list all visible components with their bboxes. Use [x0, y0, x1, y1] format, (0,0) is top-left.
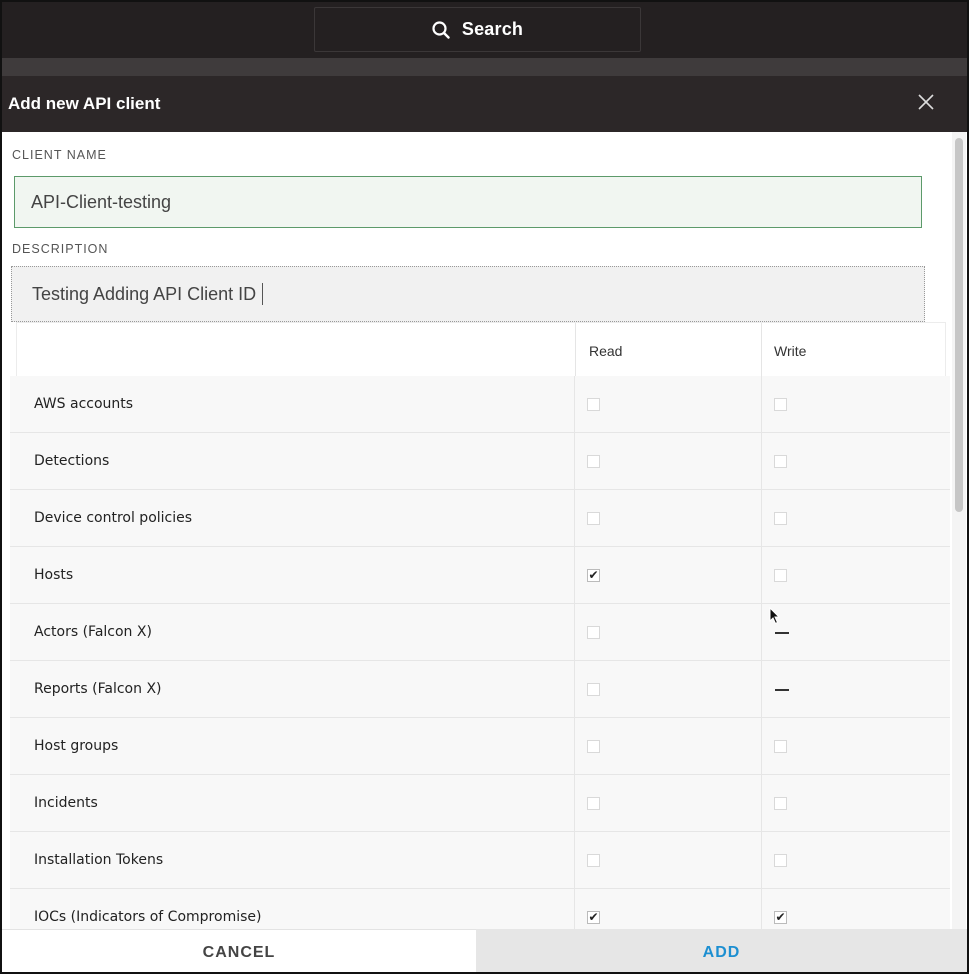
column-divider — [761, 490, 762, 546]
permission-name: Reports (Falcon X) — [34, 681, 162, 697]
column-divider — [761, 832, 762, 888]
permissions-header: Read Write — [16, 322, 946, 377]
write-column-header: Write — [774, 343, 807, 359]
column-divider — [761, 433, 762, 489]
modal-header: Add new API client — [2, 76, 967, 132]
permission-row: Reports (Falcon X) — [10, 661, 950, 718]
read-permission-checkbox[interactable] — [587, 512, 600, 525]
read-permission-checkbox[interactable] — [587, 398, 600, 411]
permission-name: AWS accounts — [34, 396, 134, 412]
permission-row: Detections — [10, 433, 950, 490]
permission-row: Device control policies — [10, 490, 950, 547]
column-divider — [574, 490, 575, 546]
text-caret — [262, 283, 264, 305]
modal-body: CLIENT NAME API-Client-testing DESCRIPTI… — [2, 132, 950, 929]
top-band — [2, 58, 967, 76]
client-name-value: API-Client-testing — [31, 191, 172, 212]
column-divider — [574, 547, 575, 603]
column-divider — [574, 832, 575, 888]
column-divider — [574, 433, 575, 489]
add-button[interactable]: ADD — [476, 929, 967, 972]
permission-name: Installation Tokens — [34, 852, 164, 868]
search-icon — [432, 20, 450, 39]
description-input[interactable]: Testing Adding API Client ID — [11, 266, 925, 322]
read-column-header: Read — [589, 343, 623, 359]
permission-row: AWS accounts — [10, 376, 950, 433]
read-permission-checkbox[interactable] — [587, 740, 600, 753]
column-divider — [574, 604, 575, 660]
permission-name: IOCs (Indicators of Compromise) — [34, 909, 262, 925]
check-mark-icon: ✔ — [588, 568, 599, 582]
search-label: Search — [461, 19, 524, 39]
column-divider — [575, 323, 576, 377]
permission-name: Incidents — [34, 795, 98, 811]
read-permission-checkbox[interactable]: ✔ — [587, 569, 600, 582]
write-permission-checkbox[interactable] — [774, 854, 787, 867]
permission-row: Host groups — [10, 718, 950, 775]
permission-row: IOCs (Indicators of Compromise) ✔ ✔ — [10, 889, 950, 929]
column-divider — [574, 376, 575, 432]
column-divider — [574, 775, 575, 831]
write-permission-checkbox[interactable] — [774, 512, 787, 525]
column-divider — [574, 718, 575, 774]
permission-row: Installation Tokens — [10, 832, 950, 889]
write-permission-checkbox[interactable] — [774, 797, 787, 810]
scrollbar-thumb[interactable] — [955, 138, 963, 512]
write-permission-checkbox[interactable] — [774, 398, 787, 411]
read-permission-checkbox[interactable] — [587, 854, 600, 867]
column-divider — [761, 889, 762, 929]
column-divider — [761, 547, 762, 603]
description-value: Testing Adding API Client ID — [32, 283, 257, 304]
check-mark-icon: ✔ — [588, 910, 599, 924]
write-permission-unavailable[interactable] — [775, 632, 789, 634]
description-label: DESCRIPTION — [12, 242, 109, 256]
cancel-button[interactable]: CANCEL — [2, 929, 476, 972]
column-divider — [761, 604, 762, 660]
permissions-table: AWS accounts Detections Device control pol… — [10, 376, 950, 929]
write-permission-checkbox[interactable] — [774, 569, 787, 582]
modal-footer: CANCEL ADD — [2, 929, 967, 972]
permission-row: Hosts ✔ — [10, 547, 950, 604]
top-bar: Search — [2, 2, 967, 58]
read-permission-checkbox[interactable] — [587, 683, 600, 696]
permission-name: Device control policies — [34, 510, 193, 526]
column-divider — [761, 376, 762, 432]
column-divider — [761, 323, 762, 377]
column-divider — [761, 718, 762, 774]
write-permission-checkbox[interactable] — [774, 455, 787, 468]
read-permission-checkbox[interactable]: ✔ — [587, 911, 600, 924]
check-mark-icon: ✔ — [775, 910, 786, 924]
column-divider — [761, 661, 762, 717]
permission-row: Incidents — [10, 775, 950, 832]
permission-name: Detections — [34, 453, 110, 469]
read-permission-checkbox[interactable] — [587, 626, 600, 639]
column-divider — [761, 775, 762, 831]
write-permission-unavailable[interactable] — [775, 689, 789, 691]
permission-name: Hosts — [34, 567, 74, 583]
modal-scrollbar[interactable] — [952, 132, 966, 929]
column-divider — [574, 889, 575, 929]
column-divider — [574, 661, 575, 717]
mouse-pointer-icon — [769, 607, 781, 625]
client-name-label: CLIENT NAME — [12, 148, 107, 162]
read-permission-checkbox[interactable] — [587, 455, 600, 468]
client-name-input[interactable]: API-Client-testing — [14, 176, 922, 228]
permission-name: Actors (Falcon X) — [34, 624, 152, 640]
write-permission-checkbox[interactable] — [774, 740, 787, 753]
search-button[interactable]: Search — [314, 7, 641, 52]
close-icon — [918, 94, 934, 110]
read-permission-checkbox[interactable] — [587, 797, 600, 810]
app-window: Search Add new API client CLIENT NAME AP… — [0, 0, 969, 974]
permission-row: Actors (Falcon X) — [10, 604, 950, 661]
modal-title: Add new API client — [8, 94, 161, 113]
write-permission-checkbox[interactable]: ✔ — [774, 911, 787, 924]
close-button[interactable] — [915, 91, 937, 113]
permission-name: Host groups — [34, 738, 119, 754]
